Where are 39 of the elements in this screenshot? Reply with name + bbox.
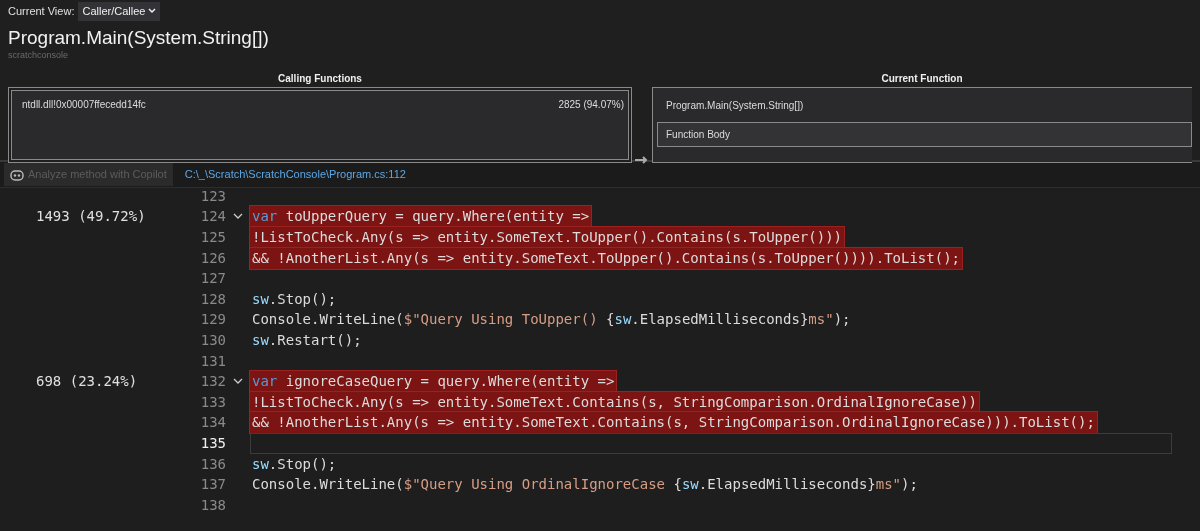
line-number: 129 [199, 310, 226, 330]
line-number: 125 [199, 228, 226, 247]
caret-icon [148, 8, 157, 15]
view-dropdown[interactable]: Caller/Callee [78, 2, 161, 21]
line-number: 128 [199, 289, 226, 309]
line-number: 135 [199, 433, 226, 453]
line-number: 137 [199, 475, 226, 495]
line-number: 138 [199, 495, 226, 515]
panel-heading: Calling Functions [277, 71, 363, 86]
code-line: sw.Stop(); [251, 289, 338, 309]
view-label: Current View: [8, 4, 75, 19]
arrow-icon [635, 154, 649, 165]
file-path-link[interactable]: C:\_\Scratch\ScratchConsole\Program.cs:112 [184, 166, 406, 183]
line-number: 136 [199, 454, 226, 474]
line-number: 124 [199, 207, 226, 227]
hit-count: 1493 (49.72%) [36, 208, 146, 225]
module-name: scratchconsole [8, 49, 70, 63]
line-number: 127 [199, 269, 226, 289]
function-title: Program.Main(System.String[]) [8, 26, 270, 50]
line-number: 134 [199, 413, 226, 433]
collapse-icon[interactable] [233, 213, 243, 221]
code-line: sw.Restart(); [251, 330, 363, 350]
function-row[interactable]: Program.Main(System.String[]) [657, 92, 1192, 118]
panel-heading: Current Function [880, 71, 964, 86]
code-line: Console.WriteLine($"Query Using ToUpper() {sw.ElapsedMilliseconds}ms"); [251, 310, 852, 330]
hit-count: 698 (23.24%) [36, 373, 138, 390]
code-line: Console.WriteLine($"Query Using OrdinalIgnoreCase {sw.ElapsedMilliseconds}ms"); [251, 475, 919, 495]
function-name[interactable]: ntdll.dll!0x00007ffecedd14fc [22, 96, 146, 112]
sample-count: 2825 (94.07%) [558, 97, 624, 112]
line-number: 130 [199, 330, 226, 350]
code-line: sw.Stop(); [251, 454, 338, 474]
line-number: 132 [199, 372, 226, 392]
line-number: 126 [199, 248, 226, 268]
collapse-icon[interactable] [233, 378, 243, 386]
line-number: 123 [199, 186, 226, 206]
copilot-icon [10, 168, 24, 181]
line-number: 133 [199, 392, 226, 412]
line-number: 131 [199, 351, 226, 371]
function-row[interactable]: Function Body [657, 121, 1192, 147]
